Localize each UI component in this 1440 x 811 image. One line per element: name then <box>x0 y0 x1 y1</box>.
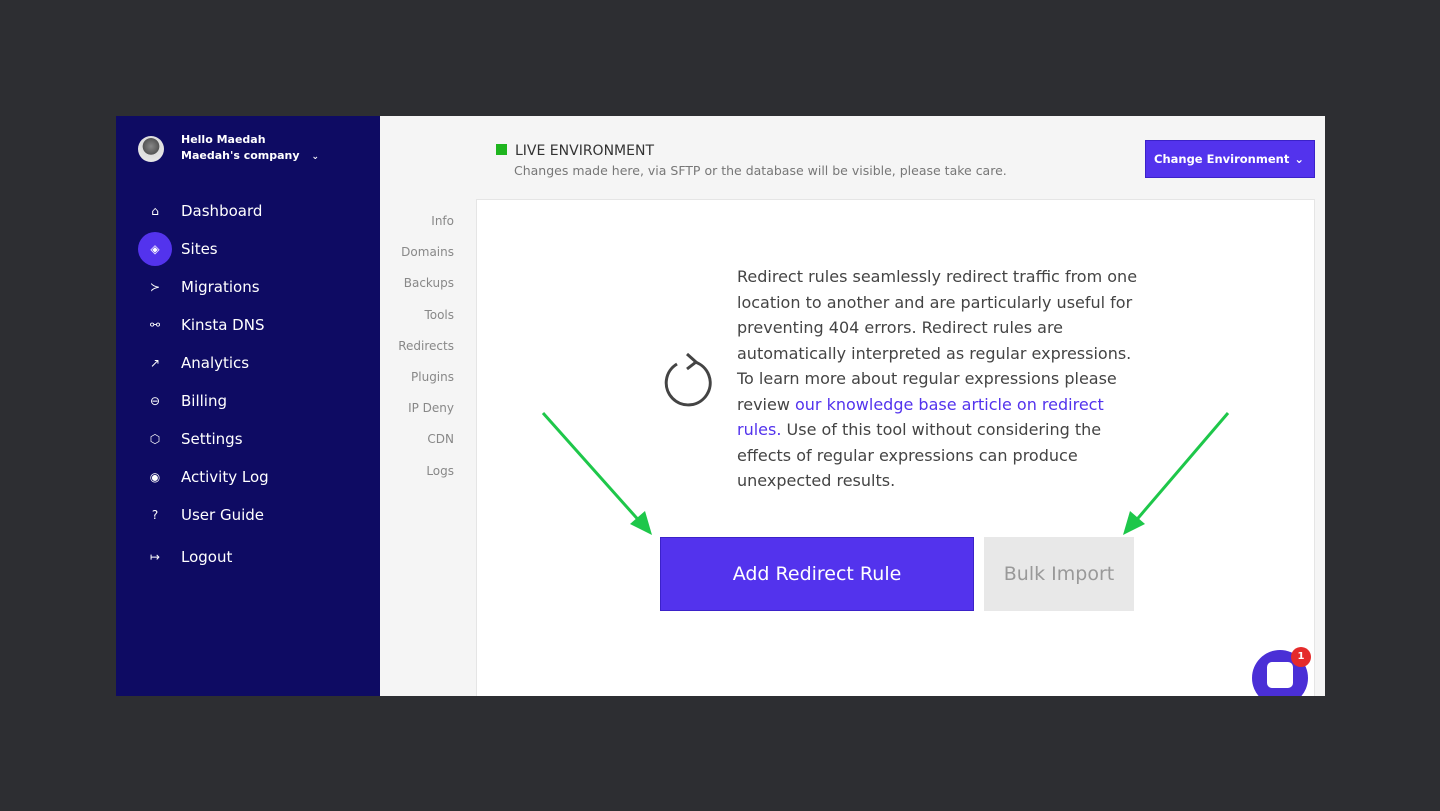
subnav-backups[interactable]: Backups <box>380 274 476 305</box>
sidebar-item-label: User Guide <box>181 506 265 524</box>
subnav-redirects[interactable]: Redirects <box>380 336 478 368</box>
subnav-tools[interactable]: Tools <box>380 306 476 337</box>
subnav-cdn[interactable]: CDN <box>380 430 476 461</box>
redirects-panel: Redirect rules seamlessly redirect traff… <box>476 199 1315 696</box>
home-icon: ⌂ <box>151 204 159 218</box>
environment-warning: Changes made here, via SFTP or the datab… <box>514 163 1007 178</box>
migrations-icon: ≻ <box>149 280 161 294</box>
redirects-description: Redirect rules seamlessly redirect traff… <box>737 267 1138 490</box>
environment-banner: LIVE ENVIRONMENT Changes made here, via … <box>496 140 1007 178</box>
logout-icon: ↦ <box>149 550 161 564</box>
environment-title: LIVE ENVIRONMENT <box>515 143 654 159</box>
sidebar-item-billing[interactable]: ⊖ Billing <box>138 382 269 420</box>
refresh-icon <box>664 352 712 407</box>
sidebar-item-label: Activity Log <box>181 468 269 486</box>
subnav-domains[interactable]: Domains <box>380 243 476 274</box>
dns-icon: ⚯ <box>149 318 161 332</box>
greeting: Hello Maedah <box>181 133 266 146</box>
sidebar-item-label: Logout <box>181 548 233 566</box>
chevron-down-icon: ⌄ <box>1294 152 1304 166</box>
sidebar-item-settings[interactable]: ⬡ Settings <box>138 420 269 458</box>
sidebar: Hello Maedah Maedah's company ⌄ ⌂ Dashboar… <box>116 116 380 696</box>
live-status-indicator <box>496 144 507 155</box>
avatar <box>138 135 164 162</box>
sidebar-item-logout[interactable]: ↦ Logout <box>138 538 269 576</box>
sidebar-nav: ⌂ Dashboard ◈ Sites ≻ Migrations ⚯ Kinsta DNS ↗ A… <box>138 192 269 576</box>
site-subnav: Info Domains Backups Tools Redirects Plugins I… <box>380 212 478 493</box>
notification-badge: 1 <box>1291 647 1311 667</box>
sidebar-item-activity-log[interactable]: ◉ Activity Log <box>138 458 269 496</box>
billing-icon: ⊖ <box>149 394 161 408</box>
layers-icon: ◈ <box>138 232 172 266</box>
sidebar-item-analytics[interactable]: ↗ Analytics <box>138 344 269 382</box>
chevron-down-icon: ⌄ <box>311 152 320 162</box>
app-window: Hello Maedah Maedah's company ⌄ ⌂ Dashboar… <box>116 116 1325 696</box>
change-environment-label: Change Environment <box>1154 152 1290 166</box>
sidebar-item-label: Kinsta DNS <box>181 316 265 334</box>
sidebar-item-dashboard[interactable]: ⌂ Dashboard <box>138 192 269 230</box>
chat-icon <box>1267 662 1293 688</box>
sidebar-item-label: Billing <box>181 392 227 410</box>
bulk-import-button[interactable]: Bulk Import <box>984 537 1134 611</box>
subnav-logs[interactable]: Logs <box>380 462 476 493</box>
sidebar-item-sites[interactable]: ◈ Sites <box>138 230 269 268</box>
sidebar-item-user-guide[interactable]: ? User Guide <box>138 496 269 534</box>
subnav-info[interactable]: Info <box>380 212 476 243</box>
sidebar-item-label: Analytics <box>181 354 250 372</box>
change-environment-button[interactable]: Change Environment ⌄ <box>1145 140 1315 178</box>
sidebar-item-label: Sites <box>181 240 218 258</box>
subnav-ip-deny[interactable]: IP Deny <box>380 399 476 430</box>
sidebar-item-migrations[interactable]: ≻ Migrations <box>138 268 269 306</box>
eye-icon: ◉ <box>149 470 161 484</box>
sidebar-item-kinsta-dns[interactable]: ⚯ Kinsta DNS <box>138 306 269 344</box>
company-name: Maedah's company ⌄ <box>181 149 320 162</box>
account-switcher[interactable]: Hello Maedah Maedah's company ⌄ <box>138 132 319 165</box>
sidebar-item-label: Settings <box>181 430 243 448</box>
subnav-plugins[interactable]: Plugins <box>380 368 476 399</box>
sidebar-item-label: Dashboard <box>181 202 263 220</box>
sidebar-item-label: Migrations <box>181 278 260 296</box>
trend-icon: ↗ <box>149 356 161 370</box>
add-redirect-rule-button[interactable]: Add Redirect Rule <box>660 537 974 611</box>
settings-icon: ⬡ <box>149 432 161 446</box>
help-icon: ? <box>151 508 159 522</box>
